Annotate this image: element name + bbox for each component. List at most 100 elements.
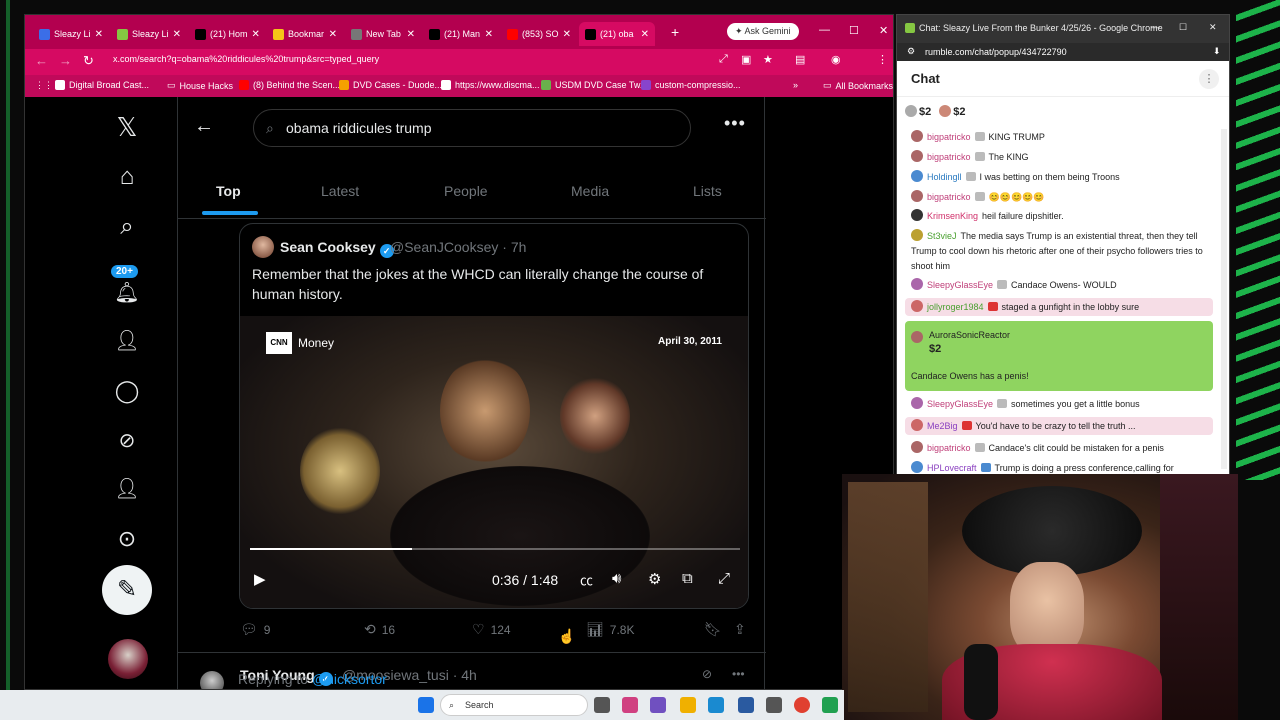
close-icon[interactable]: ✕: [407, 29, 415, 40]
profile-icon[interactable]: 👤︎: [113, 475, 141, 503]
tip-item[interactable]: $2: [939, 105, 966, 118]
apps-icon[interactable]: ⋮⋮: [35, 80, 53, 91]
all-bookmarks[interactable]: ▭ All Bookmarks: [823, 80, 893, 91]
video-progress[interactable]: [250, 548, 740, 550]
chat-username[interactable]: Me2Big: [927, 421, 958, 431]
tab-media[interactable]: Media: [571, 183, 609, 199]
rant-username[interactable]: AuroraSonicReactor: [929, 330, 1010, 340]
app-icon[interactable]: [766, 697, 782, 713]
chat-username[interactable]: SleepyGlassEye: [927, 280, 993, 290]
browser-tab-active[interactable]: (21) oba ✕: [579, 22, 655, 46]
file-explorer-icon[interactable]: [680, 697, 696, 713]
taskbar-search[interactable]: ⌕ Search: [440, 694, 588, 716]
follow-icon[interactable]: 👤︎: [113, 327, 141, 355]
browser-tab[interactable]: New Tab ✕: [345, 22, 421, 46]
tip-item[interactable]: $2: [905, 105, 931, 118]
more-icon[interactable]: ⊙: [113, 525, 141, 553]
menu-icon[interactable]: ⋮: [877, 53, 888, 66]
cast-icon[interactable]: ▣: [741, 53, 751, 66]
reply-button[interactable]: 💬︎ 9: [240, 621, 270, 638]
browser-tab[interactable]: Sleazy Li ✕: [111, 22, 187, 46]
play-icon[interactable]: ▶: [254, 570, 266, 588]
app-icon[interactable]: [822, 697, 838, 713]
close-icon[interactable]: ✕: [485, 29, 493, 40]
views-button[interactable]: 📊︎ 7.8K: [586, 621, 634, 638]
more-options-icon[interactable]: •••: [724, 113, 746, 134]
settings-icon[interactable]: ⚙: [648, 570, 661, 588]
reload-icon[interactable]: ↻: [83, 53, 94, 69]
bookmark[interactable]: USDM DVD Case Tw...: [541, 80, 647, 90]
fullscreen-icon[interactable]: ⤢: [718, 570, 730, 587]
repost-button[interactable]: ⟲ 16: [364, 621, 395, 638]
minimize-icon[interactable]: —: [819, 24, 830, 36]
chat-username[interactable]: jollyroger1984: [927, 302, 984, 312]
tab-people[interactable]: People: [444, 183, 488, 199]
chat-username[interactable]: Holdingll: [927, 172, 962, 182]
post-button[interactable]: ✎: [102, 565, 152, 615]
profile-icon[interactable]: ◉: [831, 53, 841, 66]
extension-icon[interactable]: ⤢: [719, 53, 728, 66]
chat-username[interactable]: bigpatricko: [927, 192, 971, 202]
new-tab-button[interactable]: +: [665, 20, 685, 44]
close-icon[interactable]: ✕: [641, 29, 649, 40]
app-icon[interactable]: [650, 697, 666, 713]
like-button[interactable]: ♡ 124: [472, 621, 511, 638]
bookmark[interactable]: https://www.discma...: [441, 80, 540, 90]
minimize-icon[interactable]: —: [1151, 22, 1160, 32]
forward-icon[interactable]: →: [59, 53, 72, 68]
chat-username[interactable]: bigpatricko: [927, 152, 971, 162]
close-window-icon[interactable]: ✕: [879, 24, 888, 37]
bell-icon[interactable]: 🔔︎: [113, 279, 141, 307]
bookmark[interactable]: Digital Broad Cast...: [55, 80, 149, 90]
edge-icon[interactable]: [708, 697, 724, 713]
url-field[interactable]: x.com/search?q=obama%20riddicules%20trum…: [113, 54, 379, 64]
chat-username[interactable]: St3vieJ: [927, 231, 957, 241]
chat-username[interactable]: KrimsenKing: [927, 211, 978, 221]
tab-lists[interactable]: Lists: [693, 183, 722, 199]
back-icon[interactable]: ←: [35, 53, 48, 68]
close-icon[interactable]: ✕: [173, 29, 181, 40]
chrome-icon[interactable]: [794, 697, 810, 713]
back-arrow-icon[interactable]: ←: [194, 115, 214, 138]
star-icon[interactable]: ★: [763, 53, 773, 66]
store-icon[interactable]: [738, 697, 754, 713]
browser-tab[interactable]: Bookmar ✕: [267, 22, 343, 46]
replying-to-link[interactable]: @nicksortor: [312, 671, 387, 687]
author-name[interactable]: Sean Cooksey ✓: [280, 239, 394, 258]
search-icon[interactable]: ⌕: [113, 213, 141, 241]
video-player[interactable]: CNN Money April 30, 2011 ▶ 0:36 / 1:48 ㏄…: [240, 316, 748, 608]
close-icon[interactable]: ✕: [329, 29, 337, 40]
browser-tab[interactable]: (853) SO ✕: [501, 22, 577, 46]
tab-top[interactable]: Top: [216, 183, 241, 199]
close-icon[interactable]: ✕: [563, 29, 571, 40]
ask-gemini-button[interactable]: ✦ Ask Gemini: [727, 23, 799, 40]
bookmarks-overflow[interactable]: »: [793, 80, 798, 90]
avatar[interactable]: [108, 639, 148, 679]
volume-icon[interactable]: 🔊︎: [612, 570, 621, 587]
grok-icon[interactable]: ⊘: [702, 667, 712, 681]
chat-username[interactable]: SleepyGlassEye: [927, 399, 993, 409]
tab-latest[interactable]: Latest: [321, 183, 359, 199]
x-logo-icon[interactable]: 𝕏: [113, 113, 141, 141]
bookmark[interactable]: ▭ House Hacks: [167, 80, 233, 91]
avatar[interactable]: [200, 671, 224, 689]
app-icon[interactable]: [622, 697, 638, 713]
home-icon[interactable]: ⌂: [113, 163, 141, 191]
chat-menu-icon[interactable]: ⋮: [1199, 69, 1219, 89]
close-icon[interactable]: ✕: [252, 29, 260, 40]
windows-start-icon[interactable]: [418, 697, 434, 713]
captions-icon[interactable]: ㏄: [580, 570, 593, 589]
more-options-icon[interactable]: •••: [732, 667, 745, 681]
grok-icon[interactable]: ⊘: [113, 427, 141, 455]
author-handle[interactable]: @SeanJCooksey · 7h: [390, 239, 526, 255]
search-input[interactable]: ⌕ obama riddicules trump: [253, 109, 691, 147]
sidepanel-icon[interactable]: ▤: [795, 53, 805, 66]
bookmark[interactable]: DVD Cases - Duode...: [339, 80, 442, 90]
quoted-tweet[interactable]: Sean Cooksey ✓ @SeanJCooksey · 7h Rememb…: [239, 223, 749, 609]
bookmark-button[interactable]: 🔖︎: [704, 621, 722, 638]
download-icon[interactable]: ⬇: [1213, 46, 1221, 57]
browser-tab[interactable]: (21) Man ✕: [423, 22, 499, 46]
bookmark[interactable]: custom-compressio...: [641, 80, 741, 90]
close-icon[interactable]: ✕: [95, 29, 103, 40]
chat-username[interactable]: HPLovecraft: [927, 463, 977, 473]
